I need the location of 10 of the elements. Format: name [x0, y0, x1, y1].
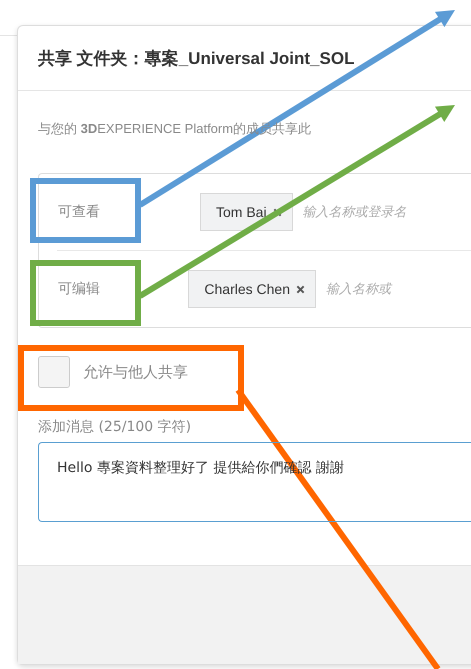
message-label: 添加消息 (25/100 字符)	[38, 418, 192, 436]
remove-icon[interactable]	[296, 284, 305, 294]
member-chip[interactable]: Tom Bai	[200, 193, 293, 231]
permission-label: 可查看	[57, 203, 101, 221]
member-chip[interactable]: Charles Chen	[188, 270, 316, 308]
checkbox-label: 允许与他人共享	[83, 362, 188, 382]
remove-icon[interactable]	[272, 208, 282, 216]
permission-label: 可编辑	[57, 280, 101, 298]
checkbox[interactable]	[38, 356, 70, 388]
dialog-title: 共享 文件夹：專案_Universal Joint_SOL	[38, 48, 354, 70]
